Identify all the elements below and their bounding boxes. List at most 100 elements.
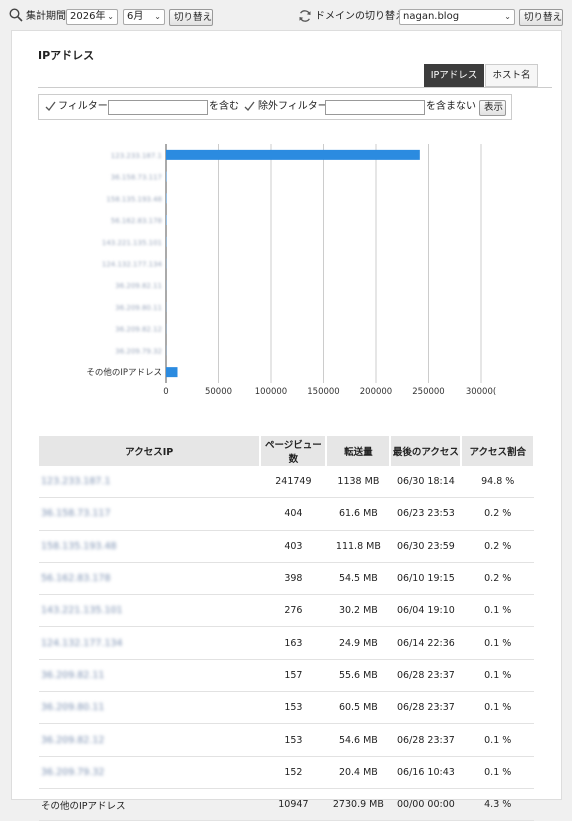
- ip-value[interactable]: 123.233.187.1: [41, 476, 111, 487]
- cell-pageviews: 404: [260, 498, 326, 530]
- domain-label: ドメインの切り替え: [315, 9, 405, 25]
- cell-transfer: 2730.9 MB: [326, 788, 390, 820]
- cell-access-ratio: 0.1 %: [461, 595, 534, 627]
- cell-access-ip[interactable]: 158.135.193.48: [39, 530, 260, 562]
- domain-switch-button[interactable]: 切り替え: [519, 9, 563, 26]
- cell-access-ip[interactable]: 36.209.82.11: [39, 659, 260, 691]
- col-last-access[interactable]: 最後のアクセス: [390, 436, 461, 466]
- cell-access-ratio: 0.1 %: [461, 692, 534, 724]
- year-select[interactable]: 2026年⌄: [66, 9, 118, 25]
- ip-value[interactable]: 36.209.82.12: [41, 735, 104, 746]
- chevron-down-icon: ⌄: [107, 10, 114, 24]
- cell-last-access: 06/28 23:37: [390, 692, 461, 724]
- cell-last-access: 06/28 23:37: [390, 724, 461, 756]
- x-tick-label: 0: [163, 387, 168, 397]
- cell-access-ratio: 0.1 %: [461, 659, 534, 691]
- ip-value[interactable]: 36.209.79.32: [41, 767, 104, 778]
- cell-access-ip[interactable]: 143.221.135.101: [39, 595, 260, 627]
- period-switch-button[interactable]: 切り替え: [169, 9, 213, 26]
- cell-pageviews: 398: [260, 562, 326, 594]
- domain-value: nagan.blog: [403, 11, 459, 22]
- table-row: その他のIPアドレス109472730.9 MB00/00 00:004.3 %: [39, 788, 534, 820]
- cell-access-ratio: 4.3 %: [461, 788, 534, 820]
- x-tick-label: 150000: [307, 387, 339, 397]
- refresh-icon[interactable]: [298, 9, 312, 26]
- ip-value[interactable]: 56.162.83.178: [41, 573, 111, 584]
- chevron-down-icon: ⌄: [154, 10, 161, 24]
- cell-access-ip[interactable]: 36.209.80.11: [39, 692, 260, 724]
- x-tick-label: 200000: [360, 387, 392, 397]
- cell-transfer: 30.2 MB: [326, 595, 390, 627]
- cell-transfer: 61.6 MB: [326, 498, 390, 530]
- x-tick-label: 100000: [255, 387, 287, 397]
- cell-transfer: 20.4 MB: [326, 756, 390, 788]
- ip-value[interactable]: 36.209.80.11: [41, 702, 104, 713]
- ip-value: その他のIPアドレス: [41, 801, 126, 812]
- cell-access-ip[interactable]: 124.132.177.134: [39, 627, 260, 659]
- month-value: 6月: [127, 11, 143, 22]
- x-tick-label: 50000: [205, 387, 232, 397]
- table-row: 36.209.80.1115360.5 MB06/28 23:370.1 %: [39, 692, 534, 724]
- cell-transfer: 55.6 MB: [326, 659, 390, 691]
- category-label: 143.221.135.101: [102, 239, 162, 247]
- cell-access-ip[interactable]: 36.209.82.12: [39, 724, 260, 756]
- cell-last-access: 06/28 23:37: [390, 659, 461, 691]
- cell-access-ratio: 0.1 %: [461, 756, 534, 788]
- cell-access-ip[interactable]: 123.233.187.1: [39, 466, 260, 498]
- table-row: 124.132.177.13416324.9 MB06/14 22:360.1 …: [39, 627, 534, 659]
- cell-pageviews: 276: [260, 595, 326, 627]
- cell-last-access: 06/10 19:15: [390, 562, 461, 594]
- cell-transfer: 111.8 MB: [326, 530, 390, 562]
- ip-value[interactable]: 36.209.82.11: [41, 670, 104, 681]
- cell-transfer: 54.6 MB: [326, 724, 390, 756]
- bar[interactable]: [166, 150, 420, 160]
- category-label: 36.209.82.12: [115, 326, 162, 334]
- ip-value[interactable]: 143.221.135.101: [41, 605, 123, 616]
- cell-access-ip[interactable]: 56.162.83.178: [39, 562, 260, 594]
- col-pageviews[interactable]: ページビュー数: [260, 436, 326, 466]
- cell-access-ratio: 0.2 %: [461, 562, 534, 594]
- cell-access-ip[interactable]: 36.209.79.32: [39, 756, 260, 788]
- cell-last-access: 06/16 10:43: [390, 756, 461, 788]
- category-label: 36.209.82.11: [115, 282, 162, 290]
- cell-access-ratio: 0.1 %: [461, 724, 534, 756]
- cell-transfer: 1138 MB: [326, 466, 390, 498]
- cell-pageviews: 152: [260, 756, 326, 788]
- cell-last-access: 06/30 23:59: [390, 530, 461, 562]
- cell-access-ratio: 0.2 %: [461, 498, 534, 530]
- cell-pageviews: 10947: [260, 788, 326, 820]
- x-tick-label: 30000(: [466, 387, 496, 397]
- col-transfer[interactable]: 転送量: [326, 436, 390, 466]
- cell-transfer: 60.5 MB: [326, 692, 390, 724]
- ip-value[interactable]: 124.132.177.134: [41, 638, 123, 649]
- cell-pageviews: 163: [260, 627, 326, 659]
- category-label: 36.209.80.11: [115, 304, 162, 312]
- month-select[interactable]: 6月 ⌄: [123, 9, 165, 25]
- cell-access-ratio: 0.2 %: [461, 530, 534, 562]
- bar[interactable]: [166, 367, 177, 377]
- ip-value[interactable]: 36.158.73.117: [41, 508, 111, 519]
- category-label: 36.209.79.32: [115, 347, 162, 355]
- category-label: 124.132.177.134: [102, 261, 163, 269]
- category-label: 123.233.187.1: [111, 152, 162, 160]
- cell-pageviews: 153: [260, 724, 326, 756]
- cell-last-access: 06/30 18:14: [390, 466, 461, 498]
- top-bar: 集計期間 2026年⌄ 6月⌄ 切り替え ドメインの切り替え nagan.blo…: [0, 0, 572, 32]
- ip-value[interactable]: 158.135.193.48: [41, 541, 117, 552]
- col-access-ip[interactable]: アクセスIP: [39, 436, 260, 466]
- cell-last-access: 06/23 23:53: [390, 498, 461, 530]
- cell-access-ratio: 0.1 %: [461, 627, 534, 659]
- table-row: 143.221.135.10127630.2 MB06/04 19:100.1 …: [39, 595, 534, 627]
- search-icon: [9, 8, 23, 25]
- cell-access-ip[interactable]: 36.158.73.117: [39, 498, 260, 530]
- table-row: 36.158.73.117 40461.6 MB06/23 23:530.2 %: [39, 498, 534, 530]
- table-row: 123.233.187.12417491138 MB06/30 18:1494.…: [39, 466, 534, 498]
- cell-access-ip: その他のIPアドレス: [39, 788, 260, 820]
- table-row: 36.209.82.12 15354.6 MB06/28 23:370.1 %: [39, 724, 534, 756]
- table-header-row: アクセスIP ページビュー数 転送量 最後のアクセス アクセス割合: [39, 436, 534, 466]
- table-row: 158.135.193.48403111.8 MB06/30 23:590.2 …: [39, 530, 534, 562]
- table-row: 56.162.83.17839854.5 MB06/10 19:150.2 %: [39, 562, 534, 594]
- ip-bar-chart: 05000010000015000020000025000030000(123.…: [12, 31, 561, 411]
- domain-select[interactable]: nagan.blog⌄: [399, 9, 515, 25]
- col-access-ratio[interactable]: アクセス割合: [461, 436, 534, 466]
